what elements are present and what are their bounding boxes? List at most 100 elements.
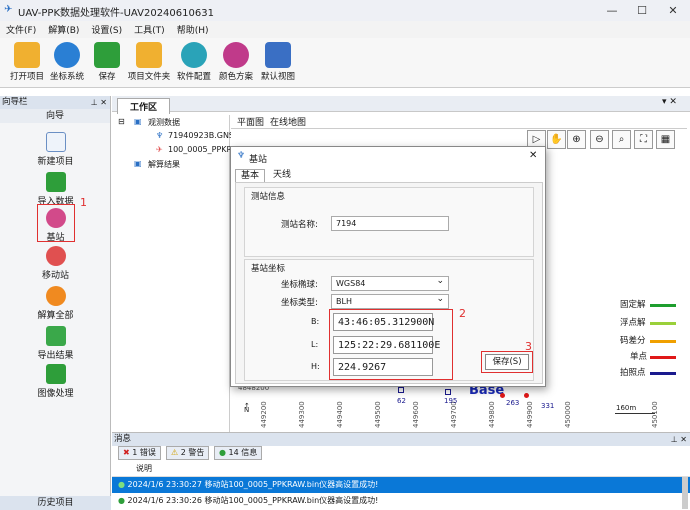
warning-filter-button[interactable]: ⚠ 2 警告 [166,446,210,460]
base-coord-group: 基站坐标 坐标椭球: WGS84 坐标类型: BLH B: 43:46:05.3… [244,259,534,381]
photo-point[interactable] [445,389,451,395]
legend-single-swatch [650,356,676,359]
message-header: 消息 ⊥ ✕ [112,433,690,446]
coord-system-button[interactable]: 坐标系统 [48,40,86,86]
single-point[interactable] [524,393,529,398]
folder-icon [136,42,162,68]
base-coord-title: 基站坐标 [251,264,286,274]
drone-small-icon: ✈ [156,145,163,154]
info-icon: ● [219,448,229,457]
coord-type-select[interactable]: BLH [331,293,449,309]
color-scheme-button[interactable]: 颜色方案 [217,40,255,86]
save-toolbar-button[interactable]: 保存 [88,40,126,86]
error-filter-button[interactable]: ✖ 1 错误 [118,446,161,460]
north-label: N [244,406,250,414]
x-tick: 450000 [564,401,572,428]
nav-image-processing[interactable]: 图像处理 [0,364,111,399]
message-panel: 消息 ⊥ ✕ ✖ 1 错误 ⚠ 2 警告 ● 14 信息 说明 ● 2024/1/… [112,432,690,510]
annotation-1: 1 [80,196,87,209]
pin-icon[interactable]: ⊥ ✕ [91,96,107,109]
open-project-button[interactable]: 打开项目 [8,40,46,86]
station-info-group: 测站信息 测站名称: 7194 [244,187,534,257]
legend-fixed-swatch [650,304,676,307]
grid-icon[interactable]: ▦ [656,130,675,149]
nav-rover-label: 移动站 [41,271,69,281]
info-count: 14 信息 [228,448,258,457]
pan-tool-icon[interactable]: ✋ [547,130,566,149]
zoom-in-icon[interactable]: ⊕ [567,130,586,149]
menu-settings[interactable]: 设置(S) [85,23,128,36]
x-tick: 449800 [488,401,496,428]
pin-icon[interactable]: ⊥ ✕ [671,433,687,446]
workspace-controls-icon[interactable]: ▾ ✕ [662,97,677,107]
tab-antenna[interactable]: 天线 [267,169,297,182]
zoom-out-icon[interactable]: ⊖ [590,130,609,149]
menu-tools[interactable]: 工具(T) [128,23,171,36]
info-filter-button[interactable]: ● 14 信息 [214,446,263,460]
single-point[interactable] [500,393,505,398]
point-label: 263 [506,399,520,407]
tree-base-file[interactable]: 71940923B.GNS [168,131,234,140]
message-title: 消息 [114,434,132,444]
save-icon [94,42,120,68]
message-row[interactable]: ● 2024/1/6 23:30:27 移动站100_0005_PPKRAW.b… [112,477,690,493]
base-station-dialog: ♆ 基站 ✕ 基本 天线 测站信息 测站名称: 7194 基站坐标 坐标椭球: … [230,146,546,387]
menu-solve[interactable]: 解算(B) [42,23,85,36]
nav-new-project[interactable]: 新建项目 [0,132,111,167]
navigator-panel: 向导栏 ⊥ ✕ 向导 新建项目 导入数据 基站 1 移动站 解算全部 导出结果 图… [0,96,111,510]
save-button[interactable]: 保存(S) [485,354,529,370]
nav-base-station-label: 基站 [46,233,65,243]
message-text: 2024/1/6 23:30:27 移动站100_0005_PPKRAW.bin… [127,480,379,489]
scale-label: 160m [616,404,637,412]
message-scrollbar[interactable] [682,477,688,509]
nav-rover[interactable]: 移动站 [0,246,111,281]
menu-help[interactable]: 帮助(H) [171,23,215,36]
tab-plan-view[interactable]: 平面图 [237,115,264,128]
globe-icon [54,42,80,68]
tab-basic[interactable]: 基本 [235,169,265,182]
drone-icon [45,246,66,266]
error-count: 1 错误 [132,448,156,457]
workspace-tabbar: 工作区 ▾ ✕ [112,96,690,114]
x-tick: 449400 [336,401,344,428]
x-tick: 449500 [374,401,382,428]
tree-results[interactable]: 解算结果 [148,159,180,170]
dialog-close-button[interactable]: ✕ [529,150,537,161]
layout-icon [265,42,291,68]
history-projects[interactable]: 历史项目 [0,496,111,510]
close-button[interactable]: ✕ [658,0,688,21]
tree-observation-data[interactable]: 观测数据 [148,117,180,128]
legend-photo-swatch [650,372,676,375]
legend-dgps-swatch [650,340,676,343]
warning-count: 2 警告 [180,448,205,457]
ellipsoid-select[interactable]: WGS84 [331,275,449,291]
default-view-button[interactable]: 默认视图 [259,40,297,86]
results-folder-icon: ▣ [134,159,142,168]
export-icon [45,326,66,346]
project-folder-button[interactable]: 项目文件夹 [128,40,170,86]
folder-open-icon [14,42,40,68]
nav-base-station[interactable]: 基站 [0,208,111,243]
new-project-icon [45,132,66,152]
point-label: 62 [397,397,406,405]
solve-icon [45,286,66,306]
menu-file[interactable]: 文件(F) [0,23,42,36]
antenna-icon [45,208,66,228]
minimize-button[interactable]: — [597,0,627,21]
station-name-input[interactable]: 7194 [331,216,449,231]
default-view-label: 默认视图 [260,72,295,82]
nav-import-data[interactable]: 导入数据 [0,172,111,207]
software-config-button[interactable]: 软件配置 [175,40,213,86]
maximize-button[interactable]: ☐ [627,0,657,21]
expand-icon[interactable]: ⊟ [118,117,125,126]
tab-online-map[interactable]: 在线地图 [270,115,306,128]
error-icon: ✖ [123,448,133,457]
nav-solve-all[interactable]: 解算全部 [0,286,111,321]
message-row[interactable]: ● 2024/1/6 23:30:26 移动站100_0005_PPKRAW.b… [112,493,690,509]
full-extent-icon[interactable]: ⛶ [634,130,653,149]
nav-export-results[interactable]: 导出结果 [0,326,111,361]
zoom-area-icon[interactable]: ⌕ [612,130,631,149]
ellipsoid-label: 坐标椭球: [281,280,318,290]
photo-point[interactable] [398,387,404,393]
tab-workspace[interactable]: 工作区 [117,98,171,114]
